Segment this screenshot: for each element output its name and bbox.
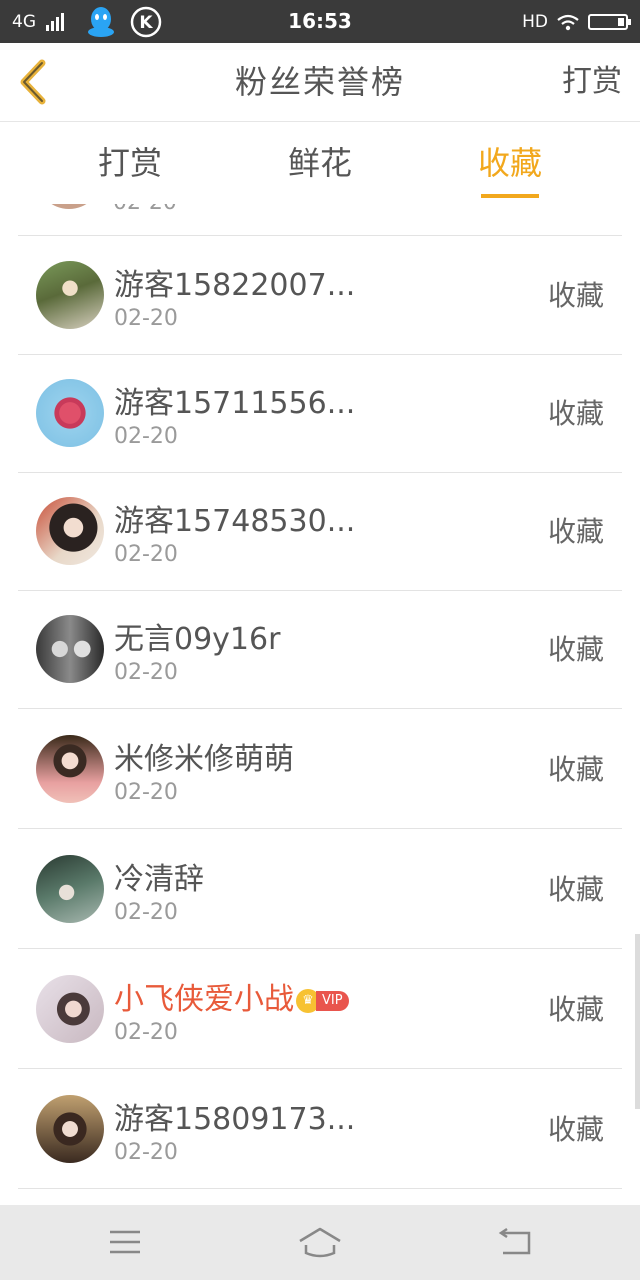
scrollbar[interactable] (635, 934, 640, 1109)
list-item[interactable]: 游客15748530... 02-20 收藏 (18, 472, 622, 591)
item-name: 小飞侠爱小战 (114, 982, 294, 1017)
tab-favorites[interactable]: 收藏 (450, 122, 570, 204)
item-name: 游客15822007... (114, 268, 356, 303)
avatar (36, 204, 102, 209)
avatar (36, 497, 104, 565)
list-item[interactable]: 冷清辞 02-20 收藏 (18, 830, 622, 949)
vip-label: VIP (316, 990, 349, 1011)
status-right: HD (522, 0, 631, 43)
tab-reward[interactable]: 打赏 (70, 122, 190, 204)
tab-label: 鲜花 (287, 144, 352, 182)
item-date: 02-20 (114, 660, 178, 685)
item-action: 收藏 (547, 279, 604, 312)
list-item[interactable]: 米修米修萌萌 02-20 收藏 (18, 710, 622, 829)
item-date: 02-20 (114, 542, 178, 567)
item-action: 收藏 (547, 515, 604, 548)
item-date: 02-20 (114, 780, 178, 805)
list-item[interactable]: 游客15822007... 02-20 收藏 (18, 236, 622, 355)
list-item[interactable]: 小飞侠爱小战 ♛ VIP 02-20 收藏 (18, 950, 622, 1069)
item-date: 02-20 (114, 900, 178, 925)
hd-label: HD (522, 11, 548, 32)
item-date: 02-20 (113, 204, 177, 215)
battery-icon (588, 13, 631, 30)
item-date: 02-20 (114, 1140, 178, 1165)
item-action: 收藏 (547, 397, 604, 430)
item-date: 02-20 (114, 306, 178, 331)
item-action: 收藏 (547, 633, 604, 666)
vip-badge: ♛ VIP (296, 988, 349, 1013)
item-date: 02-20 (114, 424, 178, 449)
item-name: 米修米修萌萌 (114, 742, 294, 777)
avatar (36, 975, 104, 1043)
system-nav-bar (0, 1205, 640, 1280)
list-item[interactable]: 游客15711556... 02-20 收藏 (18, 354, 622, 473)
back-icon[interactable] (485, 1219, 545, 1265)
item-name: 冷清辞 (114, 862, 204, 897)
list-item-partial: 02-20 (18, 204, 622, 236)
tab-label: 收藏 (477, 144, 542, 182)
app-header: 粉丝荣誉榜 打赏 (0, 43, 640, 122)
item-action: 收藏 (547, 753, 604, 786)
item-action: 收藏 (547, 993, 604, 1026)
avatar (36, 855, 104, 923)
item-date: 02-20 (114, 1020, 178, 1045)
item-name-vip: 小飞侠爱小战 ♛ VIP (114, 974, 349, 1018)
item-name: 游客15809173... (114, 1102, 356, 1137)
status-bar: 4G K 16:53 HD (0, 0, 640, 43)
tab-indicator (481, 194, 539, 198)
avatar (36, 1095, 104, 1163)
list-item[interactable]: 游客15809173... 02-20 收藏 (18, 1070, 622, 1189)
item-name: 游客15748530... (114, 504, 356, 539)
avatar (36, 261, 104, 329)
list-item[interactable]: 无言09y16r 02-20 收藏 (18, 590, 622, 709)
item-name: 游客15711556... (114, 386, 356, 421)
item-name: 无言09y16r (114, 622, 281, 657)
item-action: 收藏 (547, 873, 604, 906)
tab-bar: 打赏 鲜花 收藏 (0, 122, 640, 205)
tab-flowers[interactable]: 鲜花 (260, 122, 380, 204)
home-icon[interactable] (290, 1219, 350, 1265)
menu-icon[interactable] (95, 1219, 155, 1265)
tab-label: 打赏 (97, 144, 162, 182)
reward-button[interactable]: 打赏 (562, 43, 622, 121)
avatar (36, 379, 104, 447)
avatar (36, 615, 104, 683)
fan-list[interactable]: 02-20 游客15822007... 02-20 收藏 游客15711556.… (0, 204, 640, 1205)
wifi-icon (557, 14, 579, 30)
page-title: 粉丝荣誉榜 (234, 63, 405, 101)
avatar (36, 735, 104, 803)
item-action: 收藏 (547, 1113, 604, 1146)
